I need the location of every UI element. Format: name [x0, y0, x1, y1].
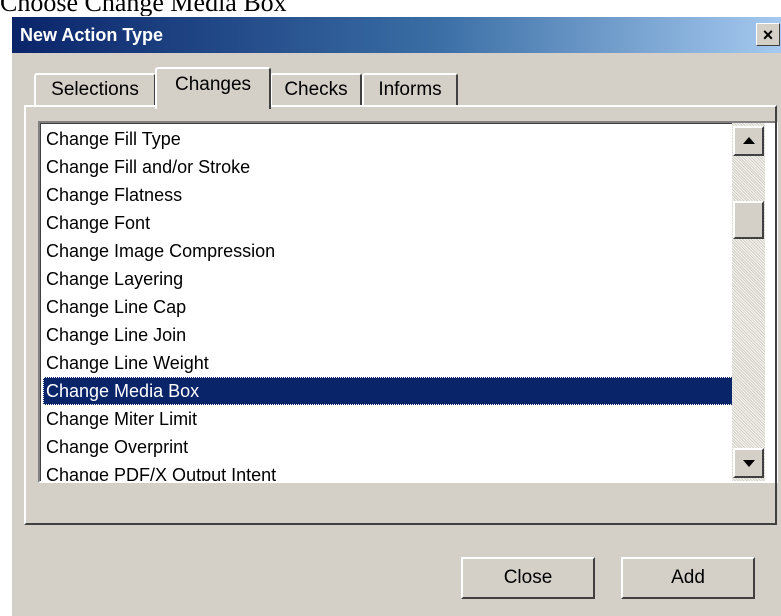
tab-changes[interactable]: Changes	[155, 67, 271, 109]
title-bar[interactable]: New Action Type ×	[12, 17, 781, 53]
tab-checks[interactable]: Checks	[270, 73, 362, 105]
close-button[interactable]: Close	[461, 557, 595, 599]
add-button[interactable]: Add	[621, 557, 755, 599]
changes-tab-panel	[24, 105, 777, 525]
close-window-button[interactable]: ×	[756, 23, 780, 46]
tab-informs[interactable]: Informs	[362, 73, 458, 105]
tab-selections[interactable]: Selections	[34, 73, 156, 105]
new-action-type-dialog: New Action Type × Selections Changes Che…	[10, 16, 781, 616]
dialog-title: New Action Type	[20, 25, 164, 45]
close-icon: ×	[762, 24, 774, 45]
